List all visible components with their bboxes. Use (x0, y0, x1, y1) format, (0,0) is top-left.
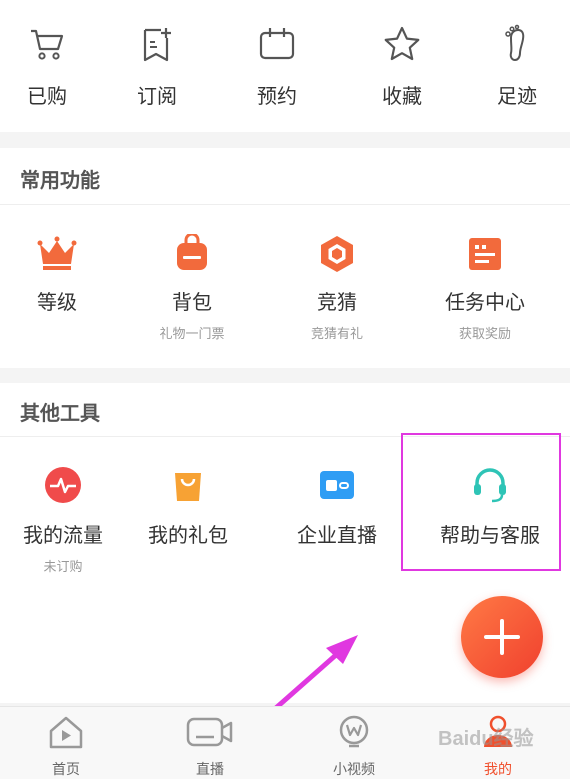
task-center-button[interactable]: 任务中心 获取奖励 (414, 234, 556, 342)
tab-live-label: 直播 (196, 762, 224, 778)
tab-profile-label: 我的 (484, 762, 512, 778)
calendar-icon (259, 28, 295, 60)
my-gift-pack-button[interactable]: 我的礼包 (117, 465, 259, 548)
my-traffic-label: 我的流量 (23, 523, 103, 547)
traffic-icon (45, 467, 81, 503)
plus-icon (484, 619, 520, 655)
short-video-icon (339, 715, 369, 748)
footprint-label: 足迹 (497, 84, 537, 108)
hexagon-icon (321, 236, 353, 272)
section-divider (0, 204, 570, 205)
quiz-button[interactable]: 竞猜 竞猜有礼 (266, 234, 408, 342)
quick-access-panel: 已购 订阅 预约 收藏 足迹 (0, 0, 570, 132)
star-icon (384, 26, 420, 61)
backpack-subtitle: 礼物一门票 (159, 327, 225, 342)
tab-short-video[interactable]: 小视频 (283, 713, 425, 779)
cart-icon (31, 29, 64, 60)
footprint-button[interactable]: 足迹 (446, 24, 570, 109)
enterprise-live-label: 企业直播 (297, 523, 377, 547)
my-traffic-button[interactable]: 我的流量 未订购 (0, 465, 134, 575)
home-icon (49, 716, 83, 749)
backpack-icon (177, 234, 207, 270)
backpack-label: 背包 (172, 290, 212, 314)
watermark: Baidu经验 (438, 728, 534, 750)
quiz-label: 竞猜 (317, 290, 357, 314)
highlight-annotation-box (401, 433, 561, 571)
common-functions-panel: 常用功能 等级 背包 礼物一门票 竞猜 竞猜有礼 任务中心 获取奖励 (0, 148, 570, 368)
subscribe-icon (143, 28, 171, 62)
tab-live[interactable]: 直播 (139, 713, 281, 779)
crown-icon (37, 236, 77, 270)
my-gift-pack-label: 我的礼包 (148, 523, 228, 547)
gift-bag-icon (175, 473, 201, 501)
tab-short-video-label: 小视频 (333, 762, 375, 778)
other-tools-title: 其他工具 (20, 401, 100, 425)
backpack-button[interactable]: 背包 礼物一门票 (121, 234, 263, 342)
enterprise-live-button[interactable]: 企业直播 (266, 465, 408, 548)
quiz-subtitle: 竞猜有礼 (310, 327, 363, 342)
my-traffic-subtitle: 未订购 (43, 560, 83, 575)
level-label: 等级 (37, 290, 77, 314)
tab-home-label: 首页 (52, 762, 80, 778)
tab-home[interactable]: 首页 (0, 713, 137, 779)
enterprise-live-icon (320, 471, 354, 499)
level-button[interactable]: 等级 (0, 234, 128, 315)
footprint-icon (505, 24, 525, 62)
task-icon (469, 238, 501, 270)
common-functions-title: 常用功能 (20, 168, 100, 192)
live-icon (186, 717, 233, 747)
task-center-subtitle: 获取奖励 (458, 327, 511, 342)
reservation-button[interactable]: 预约 (206, 24, 348, 109)
task-center-label: 任务中心 (445, 290, 525, 314)
add-button[interactable] (461, 596, 543, 678)
reservation-label: 预约 (257, 84, 297, 108)
